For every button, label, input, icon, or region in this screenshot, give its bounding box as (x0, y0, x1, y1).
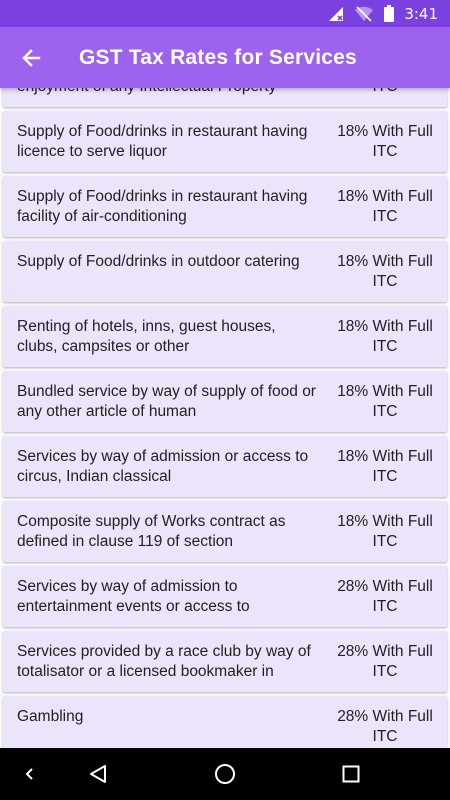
service-rate: 28% With Full ITC (337, 708, 433, 745)
service-description: Supply of Food/drinks in restaurant havi… (17, 188, 308, 225)
navigation-bar (0, 748, 450, 800)
home-circle-icon (215, 764, 235, 784)
service-item[interactable]: Services provided by a race club by way … (3, 631, 447, 692)
service-description: Supply of Food/drinks in restaurant havi… (17, 123, 308, 160)
service-item[interactable]: Services by way of admission or access t… (3, 436, 447, 497)
service-description: Renting of hotels, inns, guest houses, c… (17, 318, 276, 355)
service-rate: 18% With Full ITC (325, 88, 445, 96)
back-button[interactable] (0, 27, 62, 88)
service-item[interactable]: Bundled service by way of supply of food… (3, 371, 447, 432)
status-time: 3:41 (404, 4, 438, 23)
back-triangle-icon (90, 765, 106, 783)
service-description: Supply of Food/drinks in outdoor caterin… (17, 253, 300, 270)
service-rate: 18% With Full ITC (337, 383, 433, 420)
signal-icon (328, 6, 344, 22)
service-rate: 28% With Full ITC (337, 578, 433, 615)
nav-recents-button[interactable] (321, 748, 381, 800)
service-item[interactable]: Supply of Food/drinks in restaurant havi… (3, 111, 447, 172)
service-description: Temporary transfer or permitting the use… (17, 88, 317, 96)
nav-back-button[interactable] (68, 748, 128, 800)
service-item[interactable]: Renting of hotels, inns, guest houses, c… (3, 306, 447, 367)
service-rate: 18% With Full ITC (337, 123, 433, 160)
app-bar: GST Tax Rates for Services (0, 27, 450, 88)
service-item[interactable]: Supply of Food/drinks in outdoor caterin… (3, 241, 447, 302)
service-item[interactable]: Temporary transfer or permitting the use… (3, 88, 447, 107)
nav-home-button[interactable] (195, 748, 255, 800)
arrow-back-icon (22, 48, 41, 67)
service-rate: 18% With Full ITC (337, 188, 433, 225)
service-description: Composite supply of Works contract as de… (17, 513, 286, 550)
page-title: GST Tax Rates for Services (79, 45, 357, 69)
service-description: Services provided by a race club by way … (17, 643, 311, 680)
service-rate: 18% With Full ITC (337, 253, 433, 290)
service-description: Services by way of admission to entertai… (17, 578, 250, 615)
service-rate: 18% With Full ITC (337, 448, 433, 485)
chevron-left-icon (25, 768, 33, 780)
service-rate: 18% With Full ITC (337, 318, 433, 355)
service-item[interactable]: Supply of Food/drinks in restaurant havi… (3, 176, 447, 237)
service-item[interactable]: Gambling 28% With Full ITC (3, 696, 447, 748)
service-description: Bundled service by way of supply of food… (17, 383, 316, 420)
service-item[interactable]: Services by way of admission to entertai… (3, 566, 447, 627)
service-rate: 18% With Full ITC (337, 513, 433, 550)
status-bar: 3:41 (0, 0, 450, 27)
nav-chevron-button[interactable] (0, 748, 60, 800)
service-description: Services by way of admission or access t… (17, 448, 309, 485)
service-rate: 28% With Full ITC (337, 643, 433, 680)
service-item[interactable]: Composite supply of Works contract as de… (3, 501, 447, 562)
services-list[interactable]: Temporary transfer or permitting the use… (0, 88, 450, 748)
recents-square-icon (342, 765, 360, 783)
wifi-off-icon (354, 5, 374, 22)
service-description: Gambling (17, 708, 84, 725)
services-list-inner: Temporary transfer or permitting the use… (0, 88, 450, 748)
battery-icon (384, 5, 395, 22)
